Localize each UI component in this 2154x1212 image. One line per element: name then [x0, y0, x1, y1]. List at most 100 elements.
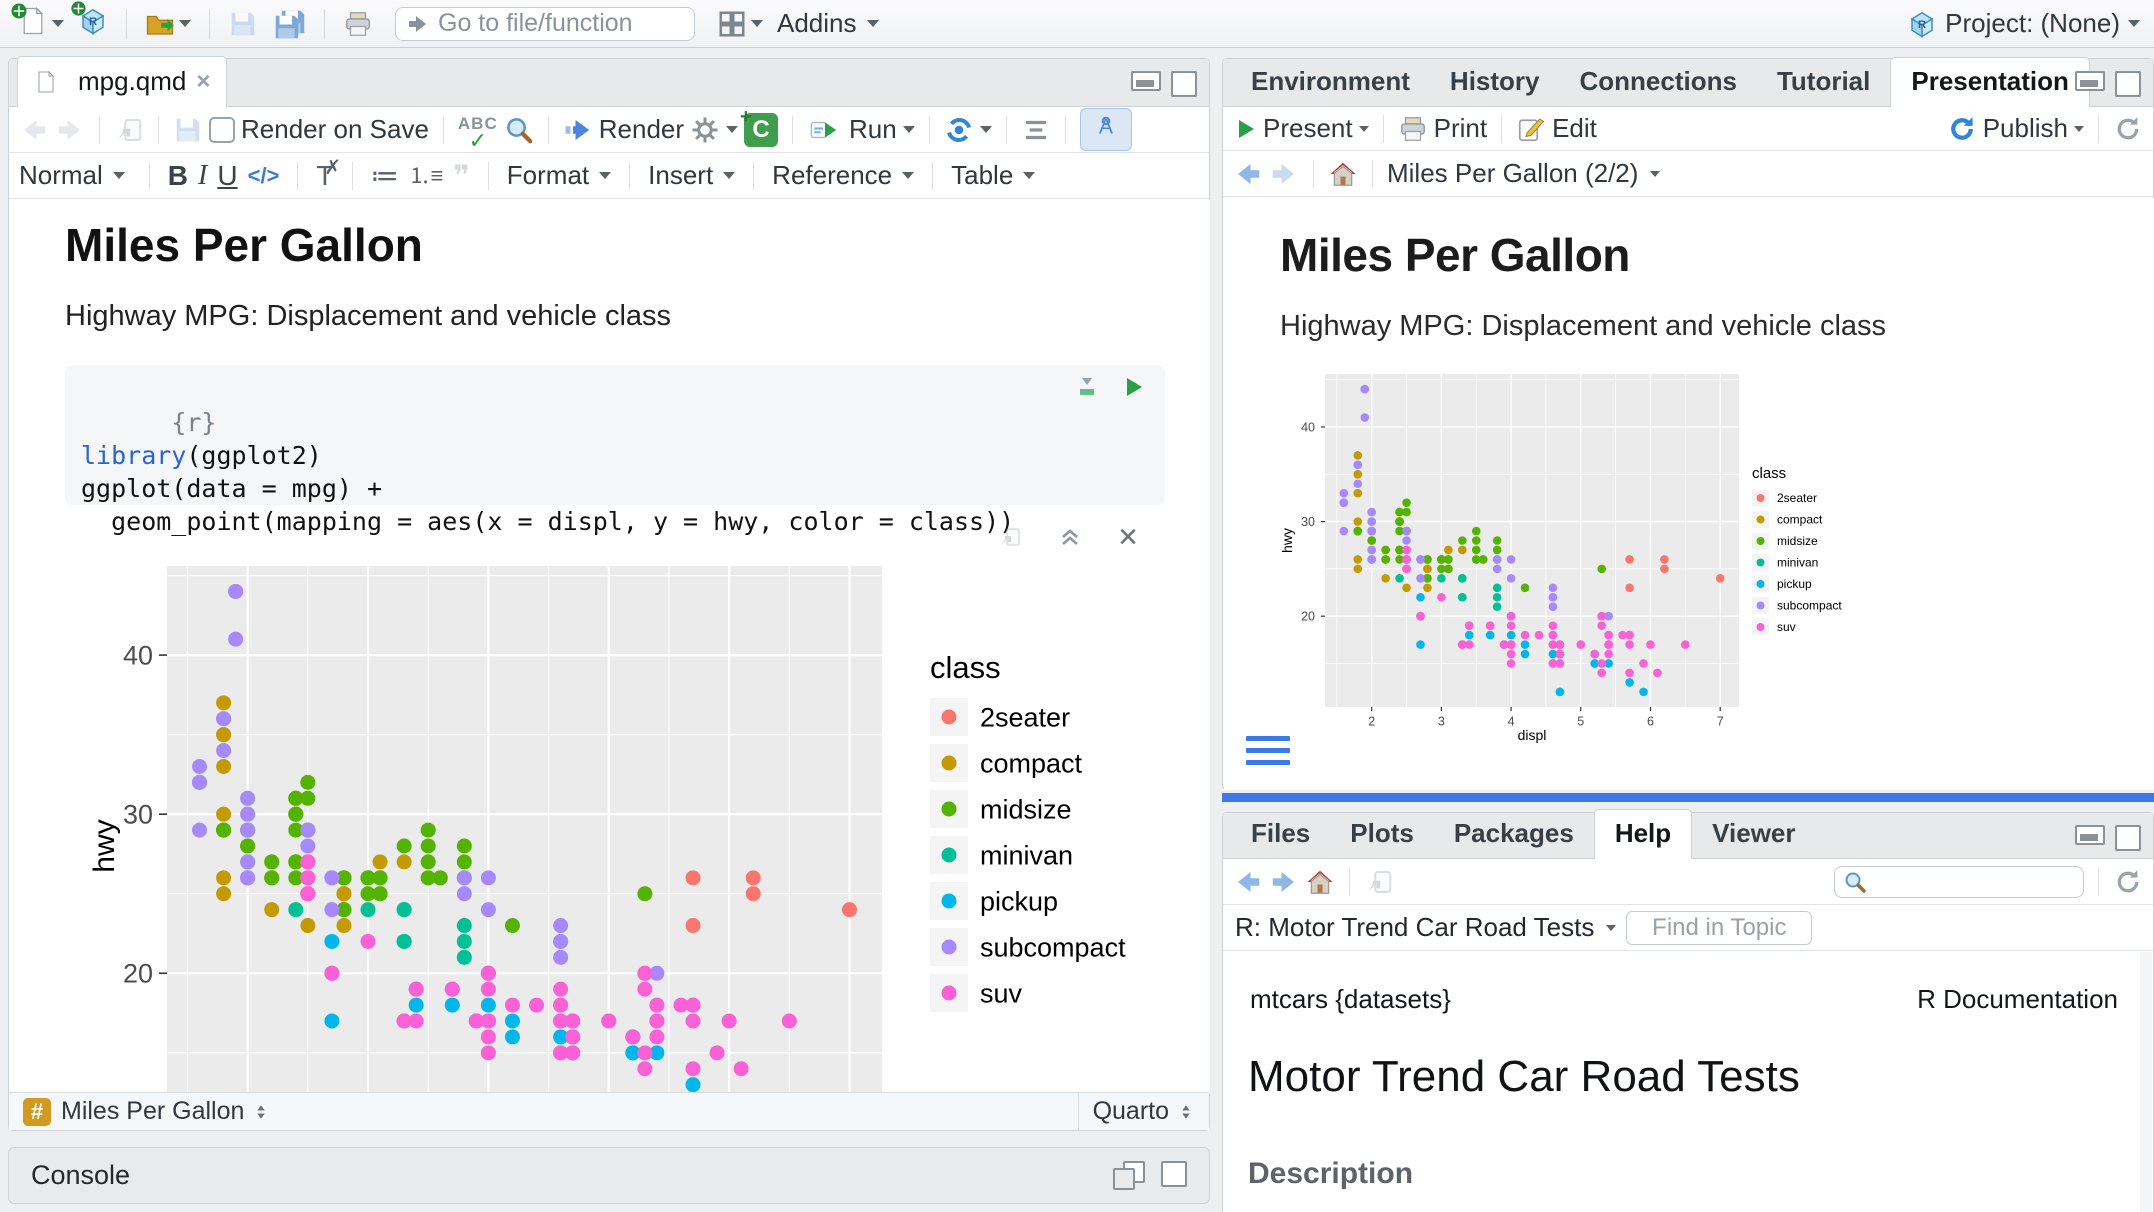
help-toolbar: [1223, 859, 2153, 905]
qmd-file-icon: [34, 70, 58, 94]
pane-layout-button[interactable]: [713, 6, 767, 42]
numbered-list-icon[interactable]: ⒈≡: [409, 165, 444, 187]
minimize-pane-icon[interactable]: [1131, 71, 1161, 91]
open-folder-icon: [145, 9, 175, 39]
console-restore-icon[interactable]: [1113, 1161, 1151, 1191]
tab-packages[interactable]: Packages: [1434, 810, 1594, 858]
slide-home-icon[interactable]: [1328, 159, 1358, 189]
tab-help[interactable]: Help: [1594, 809, 1692, 859]
svg-text:compact: compact: [1777, 513, 1823, 527]
slide-forward-icon[interactable]: [1269, 159, 1299, 189]
rt-maximize-icon[interactable]: [2115, 71, 2141, 97]
paragraph-style-select[interactable]: Normal: [19, 160, 131, 191]
tab-viewer[interactable]: Viewer: [1692, 810, 1815, 858]
tab-history[interactable]: History: [1430, 58, 1560, 106]
rb-maximize-icon[interactable]: [2115, 825, 2141, 851]
run-label[interactable]: Run: [849, 114, 897, 145]
pane-splitter[interactable]: [1222, 793, 2154, 802]
reference-menu[interactable]: Reference: [772, 160, 914, 191]
help-back-icon[interactable]: [1233, 867, 1263, 897]
new-file-button[interactable]: [14, 3, 68, 44]
spellcheck-icon[interactable]: ABC✓: [458, 111, 498, 148]
project-menu-button[interactable]: Project: (None): [1907, 8, 2140, 39]
render-on-save-checkbox[interactable]: [209, 117, 235, 143]
popout-icon[interactable]: [114, 115, 144, 145]
back-icon[interactable]: [19, 115, 49, 145]
topic-selector[interactable]: R: Motor Trend Car Road Tests: [1235, 912, 1616, 943]
help-popout-icon[interactable]: [1364, 867, 1394, 897]
forward-icon[interactable]: [55, 115, 85, 145]
slide-menu-icon[interactable]: [1246, 736, 1290, 772]
find-in-topic-input[interactable]: Find in Topic: [1626, 911, 1812, 945]
render-label[interactable]: Render: [599, 114, 684, 145]
format-menu[interactable]: Format: [507, 160, 611, 191]
output-popout-icon[interactable]: [998, 525, 1022, 549]
clear-format-icon[interactable]: T✗: [316, 162, 333, 190]
print-button[interactable]: [339, 6, 377, 42]
help-forward-icon[interactable]: [1269, 867, 1299, 897]
goto-file-input[interactable]: Go to file/function: [395, 7, 695, 41]
underline-button[interactable]: U: [217, 162, 237, 190]
visual-editor-toggle[interactable]: [1080, 108, 1132, 151]
tab-plots[interactable]: Plots: [1330, 810, 1434, 858]
help-scrollbar[interactable]: [2140, 952, 2152, 1212]
new-project-button[interactable]: [74, 3, 112, 44]
insert-chunk-icon[interactable]: C+: [744, 113, 778, 147]
help-home-icon[interactable]: [1305, 867, 1335, 897]
svg-text:suv: suv: [1777, 620, 1796, 634]
present-button[interactable]: Present: [1263, 113, 1353, 144]
tab-tutorial[interactable]: Tutorial: [1757, 58, 1890, 106]
mode-selector[interactable]: Quarto: [1078, 1093, 1209, 1130]
tab-mpg-qmd[interactable]: mpg.qmd ×: [17, 56, 227, 107]
tab-connections[interactable]: Connections: [1560, 58, 1757, 106]
help-refresh-icon[interactable]: [2113, 867, 2143, 897]
slide-location-select[interactable]: Miles Per Gallon (2/2): [1387, 158, 1660, 189]
tab-presentation[interactable]: Presentation: [1890, 57, 2090, 107]
refresh-presentation-icon[interactable]: [2113, 114, 2143, 144]
project-caret: [2128, 20, 2140, 27]
addins-button[interactable]: Addins: [773, 5, 883, 42]
rb-minimize-icon[interactable]: [2075, 825, 2105, 845]
svg-text:hwy: hwy: [88, 819, 121, 872]
render-icon[interactable]: [563, 115, 593, 145]
search-doc-icon[interactable]: [504, 115, 534, 145]
save-all-button[interactable]: [268, 6, 310, 42]
bullet-list-icon[interactable]: ≔: [371, 162, 399, 190]
print-button[interactable]: Print: [1434, 113, 1487, 144]
publish-button[interactable]: Publish: [1983, 113, 2068, 144]
save-button[interactable]: [224, 6, 262, 42]
insert-menu[interactable]: Insert: [648, 160, 735, 191]
blockquote-icon[interactable]: ❞: [453, 162, 469, 190]
table-menu[interactable]: Table: [951, 160, 1035, 191]
visual-editor-canvas[interactable]: Miles Per Gallon Highway MPG: Displaceme…: [10, 200, 1210, 1093]
run-icon[interactable]: [807, 115, 843, 145]
section-selector[interactable]: Miles Per Gallon: [61, 1097, 270, 1126]
outline-toggle-icon[interactable]: [1021, 115, 1051, 145]
collapse-output-icon[interactable]: [1058, 525, 1082, 549]
open-file-button[interactable]: [141, 6, 195, 42]
code-button[interactable]: </>: [248, 163, 280, 189]
slide-preview: Miles Per Gallon Highway MPG: Displaceme…: [1224, 198, 2154, 790]
edit-button[interactable]: Edit: [1552, 113, 1597, 144]
bold-button[interactable]: B: [168, 162, 188, 190]
tab-close-icon[interactable]: ×: [196, 68, 210, 96]
tab-files[interactable]: Files: [1231, 810, 1330, 858]
italic-button[interactable]: I: [198, 162, 207, 190]
document-heading: Miles Per Gallon: [65, 218, 423, 272]
save-doc-icon[interactable]: [173, 115, 203, 145]
run-all-above-icon[interactable]: [1075, 375, 1099, 399]
rt-minimize-icon[interactable]: [2075, 71, 2105, 91]
chunk-settings-gear-icon[interactable]: [690, 115, 720, 145]
console-maximize-icon[interactable]: [1161, 1161, 1187, 1187]
tab-environment[interactable]: Environment: [1231, 58, 1430, 106]
help-search-input[interactable]: [1834, 866, 2084, 898]
clear-output-icon[interactable]: ×: [1118, 527, 1138, 547]
right-top-tabbar: Environment History Connections Tutorial…: [1223, 59, 2153, 107]
maximize-pane-icon[interactable]: [1171, 71, 1197, 97]
open-file-caret: [179, 20, 191, 27]
console-pane[interactable]: Console: [8, 1147, 1210, 1204]
source-rerun-icon[interactable]: [944, 115, 974, 145]
slide-back-icon[interactable]: [1233, 159, 1263, 189]
run-chunk-icon[interactable]: [1121, 375, 1145, 399]
code-chunk[interactable]: {r}library(ggplot2)ggplot(data = mpg) + …: [65, 365, 1165, 505]
